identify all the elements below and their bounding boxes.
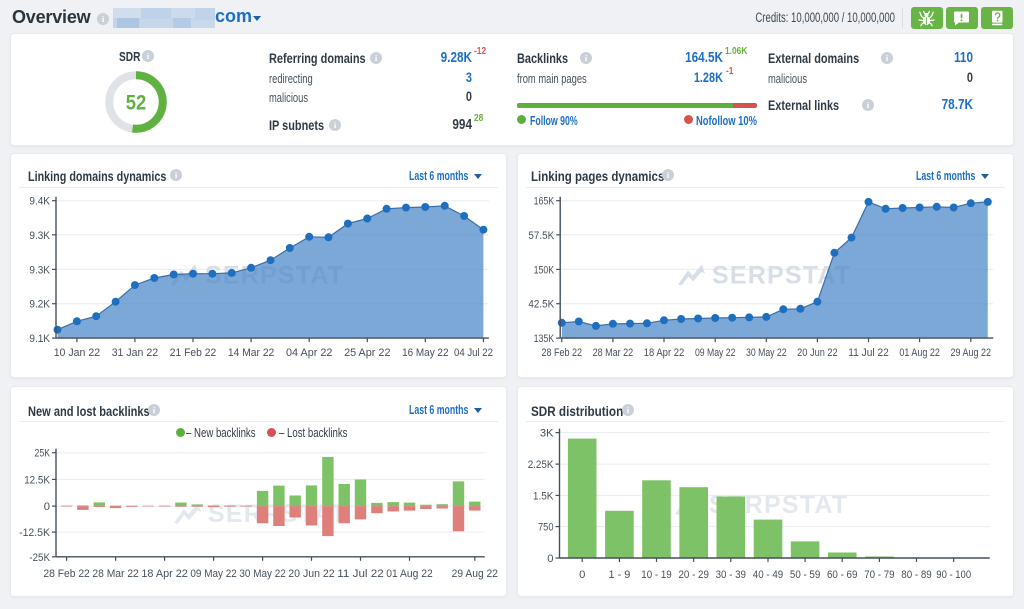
svg-text:30 - 39: 30 - 39 — [716, 569, 746, 581]
svg-text:150K: 150K — [534, 264, 555, 276]
svg-text:165K: 165K — [534, 196, 555, 208]
svg-text:16 May 22: 16 May 22 — [402, 347, 448, 359]
svg-text:04 Jul 22: 04 Jul 22 — [454, 347, 493, 359]
svg-text:-25K: -25K — [29, 552, 50, 564]
svg-text:9.2K: 9.2K — [29, 299, 50, 311]
svg-text:0: 0 — [579, 569, 585, 581]
svg-text:-12.5K: -12.5K — [19, 527, 50, 539]
svg-text:25 Apr 22: 25 Apr 22 — [344, 347, 390, 359]
svg-text:30 May 22: 30 May 22 — [746, 347, 787, 359]
svg-text:09 May 22: 09 May 22 — [695, 347, 736, 359]
svg-text:20 Jun 22: 20 Jun 22 — [797, 347, 838, 359]
svg-text:18 Apr 22: 18 Apr 22 — [644, 347, 685, 359]
svg-text:28 Mar 22: 28 Mar 22 — [92, 568, 138, 580]
svg-text:135K: 135K — [534, 333, 555, 345]
svg-text:31 Jan 22: 31 Jan 22 — [112, 347, 158, 359]
svg-text:52: 52 — [126, 92, 147, 115]
svg-text:20 Jun 22: 20 Jun 22 — [288, 568, 334, 580]
svg-text:3K: 3K — [540, 428, 554, 440]
svg-text:50 - 59: 50 - 59 — [790, 569, 820, 581]
svg-text:9.4K: 9.4K — [29, 196, 50, 208]
svg-text:750: 750 — [538, 522, 554, 534]
svg-text:90 - 100: 90 - 100 — [936, 569, 971, 581]
svg-text:10 - 19: 10 - 19 — [641, 569, 671, 581]
svg-text:42.5K: 42.5K — [528, 299, 554, 311]
svg-text:29 Aug 22: 29 Aug 22 — [452, 568, 498, 580]
svg-text:40 - 49: 40 - 49 — [753, 569, 783, 581]
svg-text:1.5K: 1.5K — [533, 490, 554, 502]
svg-text:70 - 79: 70 - 79 — [864, 569, 894, 581]
svg-text:01 Aug 22: 01 Aug 22 — [899, 347, 940, 359]
svg-text:04 Apr 22: 04 Apr 22 — [286, 347, 332, 359]
svg-text:0: 0 — [547, 553, 553, 565]
svg-text:20 - 29: 20 - 29 — [679, 569, 709, 581]
svg-text:30 May 22: 30 May 22 — [239, 568, 285, 580]
svg-text:28 Feb 22: 28 Feb 22 — [542, 347, 583, 359]
svg-text:01 Aug 22: 01 Aug 22 — [386, 568, 432, 580]
svg-text:28 Feb 22: 28 Feb 22 — [43, 568, 89, 580]
svg-text:29 Aug 22: 29 Aug 22 — [951, 347, 992, 359]
svg-text:0: 0 — [44, 501, 50, 513]
svg-text:14 Mar 22: 14 Mar 22 — [228, 347, 274, 359]
svg-text:80 - 89: 80 - 89 — [901, 569, 931, 581]
svg-text:60 - 69: 60 - 69 — [827, 569, 857, 581]
svg-text:10 Jan 22: 10 Jan 22 — [54, 347, 100, 359]
svg-text:09 May 22: 09 May 22 — [190, 568, 236, 580]
svg-text:25K: 25K — [35, 448, 51, 460]
svg-text:18 Apr 22: 18 Apr 22 — [141, 568, 187, 580]
svg-text:12.5K: 12.5K — [24, 474, 50, 486]
svg-text:11 Jul 22: 11 Jul 22 — [337, 568, 383, 580]
svg-text:2.25K: 2.25K — [528, 459, 554, 471]
svg-text:21 Feb 22: 21 Feb 22 — [170, 347, 216, 359]
svg-text:9.3K: 9.3K — [29, 264, 50, 276]
svg-text:57.5K: 57.5K — [528, 230, 554, 242]
svg-text:28 Mar 22: 28 Mar 22 — [593, 347, 634, 359]
svg-text:1 - 9: 1 - 9 — [609, 569, 631, 581]
svg-text:11 Jul 22: 11 Jul 22 — [848, 347, 889, 359]
svg-text:9.1K: 9.1K — [29, 333, 50, 345]
svg-text:9.3K: 9.3K — [29, 230, 50, 242]
